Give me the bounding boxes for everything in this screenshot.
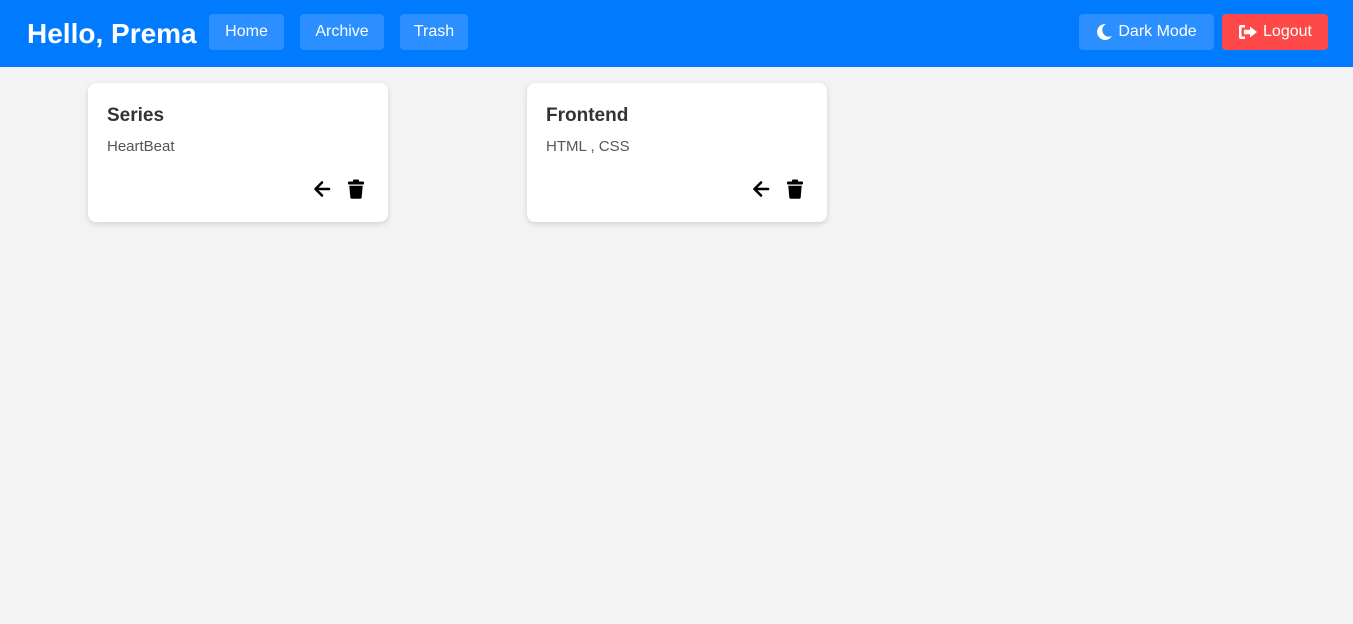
- dark-mode-button[interactable]: Dark Mode: [1079, 14, 1214, 50]
- restore-icon[interactable]: [751, 179, 771, 199]
- moon-icon: [1096, 23, 1113, 41]
- restore-icon[interactable]: [312, 179, 332, 199]
- greeting-title: Hello, Prema: [27, 18, 197, 49]
- dark-mode-label: Dark Mode: [1118, 23, 1197, 40]
- sign-out-icon: [1238, 24, 1258, 40]
- nav-trash-label: Trash: [413, 23, 455, 40]
- delete-icon[interactable]: [346, 179, 366, 199]
- note-title: Frontend: [546, 105, 629, 126]
- note-actions: [751, 179, 805, 199]
- nav-trash-button[interactable]: Trash: [400, 14, 468, 50]
- nav-archive-label: Archive: [315, 23, 369, 40]
- note-actions: [312, 179, 366, 199]
- note-title: Series: [107, 105, 165, 126]
- nav-archive-button[interactable]: Archive: [300, 14, 384, 50]
- note-card: Frontend HTML , CSS: [527, 83, 827, 222]
- delete-icon[interactable]: [785, 179, 805, 199]
- top-navbar: Hello, Prema Home Archive Trash Dark Mod…: [0, 0, 1353, 67]
- note-card: Series HeartBeat: [88, 83, 388, 222]
- note-content: HTML , CSS: [546, 138, 630, 155]
- logout-label: Logout: [1263, 23, 1312, 40]
- note-content: HeartBeat: [107, 138, 175, 155]
- nav-home-button[interactable]: Home: [209, 14, 284, 50]
- nav-home-label: Home: [225, 23, 268, 40]
- logout-button[interactable]: Logout: [1222, 14, 1328, 50]
